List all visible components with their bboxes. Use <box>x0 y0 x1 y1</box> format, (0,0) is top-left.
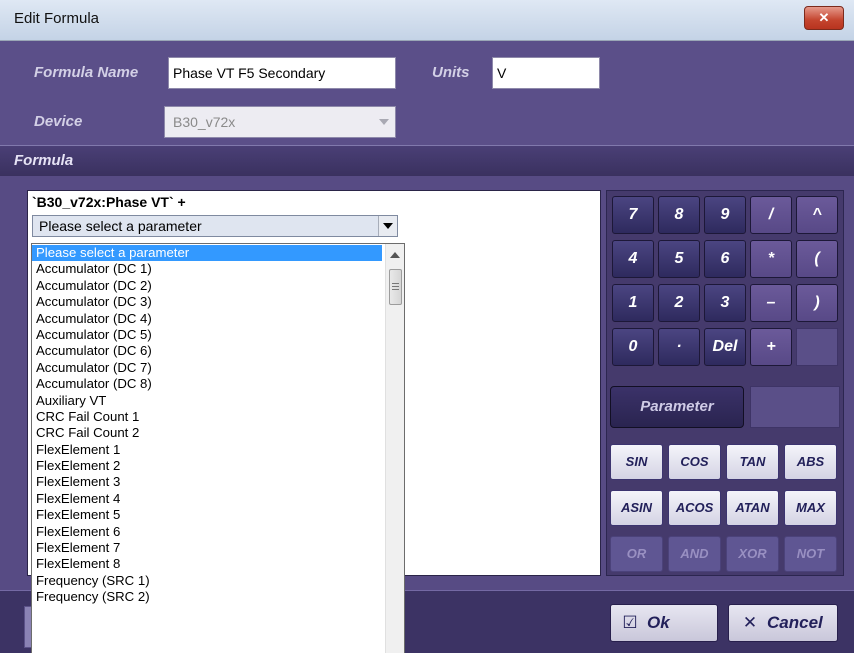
list-item[interactable]: Accumulator (DC 4) <box>32 311 382 327</box>
list-item[interactable]: FlexElement 1 <box>32 442 382 458</box>
device-select[interactable]: B30_v72x <box>164 106 396 138</box>
list-item[interactable]: FlexElement 2 <box>32 458 382 474</box>
key-divide[interactable]: / <box>750 196 792 234</box>
list-item-selected[interactable]: Please select a parameter <box>32 245 382 262</box>
scroll-up-icon[interactable] <box>390 252 400 258</box>
window-title: Edit Formula <box>14 10 100 27</box>
list-item[interactable]: Auxiliary VT <box>32 393 382 409</box>
key-8[interactable]: 8 <box>658 196 700 234</box>
function-tan[interactable]: TAN <box>726 444 779 480</box>
function-asin[interactable]: ASIN <box>610 490 663 526</box>
ok-label: Ok <box>647 613 670 632</box>
key-delete[interactable]: Del <box>704 328 746 366</box>
key-0[interactable]: 0 <box>612 328 654 366</box>
ok-button[interactable]: ☑ Ok <box>610 604 718 642</box>
key-plus[interactable]: + <box>750 328 792 366</box>
device-label: Device <box>34 113 83 130</box>
list-item[interactable]: FlexElement 3 <box>32 474 382 490</box>
close-button[interactable]: ✕ <box>804 6 844 30</box>
units-input[interactable]: V <box>492 57 600 89</box>
parameter-button[interactable]: Parameter <box>610 386 744 428</box>
function-xor: XOR <box>726 536 779 572</box>
keypad-blank <box>796 328 838 366</box>
formula-name-label: Formula Name <box>34 64 139 81</box>
list-item[interactable]: Accumulator (DC 2) <box>32 278 382 294</box>
function-acos[interactable]: ACOS <box>668 490 721 526</box>
function-sin[interactable]: SIN <box>610 444 663 480</box>
device-select-value: B30_v72x <box>173 114 236 130</box>
key-minus[interactable]: – <box>750 284 792 322</box>
key-right-paren[interactable]: ) <box>796 284 838 322</box>
list-item[interactable]: Accumulator (DC 7) <box>32 360 382 376</box>
formula-expression: `B30_v72x:Phase VT` + <box>32 194 186 210</box>
list-item[interactable]: Frequency (SRC 1) <box>32 573 382 589</box>
list-item[interactable]: Accumulator (DC 8) <box>32 376 382 392</box>
chevron-down-icon[interactable] <box>378 216 397 236</box>
formula-name-input[interactable]: Phase VT F5 Secondary <box>168 57 396 89</box>
function-and: AND <box>668 536 721 572</box>
function-or: OR <box>610 536 663 572</box>
list-item[interactable]: Accumulator (DC 1) <box>32 261 382 277</box>
grip-line <box>392 286 399 287</box>
vertical-scrollbar[interactable] <box>385 244 404 653</box>
parameter-combo[interactable]: Please select a parameter <box>32 215 398 237</box>
list-item[interactable]: CRC Fail Count 2 <box>32 425 382 441</box>
key-4[interactable]: 4 <box>612 240 654 278</box>
key-left-paren[interactable]: ( <box>796 240 838 278</box>
key-3[interactable]: 3 <box>704 284 746 322</box>
list-item[interactable]: FlexElement 4 <box>32 491 382 507</box>
scrollbar-thumb[interactable] <box>389 269 402 305</box>
key-power[interactable]: ^ <box>796 196 838 234</box>
key-decimal[interactable]: · <box>658 328 700 366</box>
list-item[interactable]: FlexElement 8 <box>32 556 382 572</box>
function-atan[interactable]: ATAN <box>726 490 779 526</box>
key-multiply[interactable]: * <box>750 240 792 278</box>
list-item[interactable]: Frequency (SRC 2) <box>32 589 382 605</box>
parameter-combo-value: Please select a parameter <box>39 218 202 234</box>
list-item[interactable]: CRC Fail Count 1 <box>32 409 382 425</box>
key-7[interactable]: 7 <box>612 196 654 234</box>
grip-line <box>392 289 399 290</box>
key-2[interactable]: 2 <box>658 284 700 322</box>
x-icon: ✕ <box>742 613 758 632</box>
list-item[interactable]: Accumulator (DC 5) <box>32 327 382 343</box>
key-6[interactable]: 6 <box>704 240 746 278</box>
list-item[interactable]: FlexElement 7 <box>32 540 382 556</box>
parameter-list-items: Please select a parameter Accumulator (DC… <box>32 245 382 606</box>
formula-section-header: Formula <box>0 145 854 176</box>
chevron-down-icon <box>379 119 389 125</box>
cancel-label: Cancel <box>767 613 823 632</box>
function-cos[interactable]: COS <box>668 444 721 480</box>
title-bar: Edit Formula ✕ <box>0 0 854 41</box>
key-5[interactable]: 5 <box>658 240 700 278</box>
function-not: NOT <box>784 536 837 572</box>
function-abs[interactable]: ABS <box>784 444 837 480</box>
parameter-dropdown-list[interactable]: Please select a parameter Accumulator (DC… <box>31 243 405 653</box>
list-item[interactable]: FlexElement 5 <box>32 507 382 523</box>
formula-section-title: Formula <box>14 152 74 169</box>
list-item[interactable]: Accumulator (DC 3) <box>32 294 382 310</box>
parameter-blank <box>750 386 840 428</box>
edit-formula-dialog: Edit Formula ✕ Formula Name Phase VT F5 … <box>0 0 854 653</box>
cancel-button[interactable]: ✕ Cancel <box>728 604 838 642</box>
key-1[interactable]: 1 <box>612 284 654 322</box>
grip-line <box>392 283 399 284</box>
function-max[interactable]: MAX <box>784 490 837 526</box>
key-9[interactable]: 9 <box>704 196 746 234</box>
checkbox-icon: ☑ <box>622 613 638 632</box>
list-item[interactable]: Accumulator (DC 6) <box>32 343 382 359</box>
list-item[interactable]: FlexElement 6 <box>32 524 382 540</box>
units-label: Units <box>432 64 470 81</box>
